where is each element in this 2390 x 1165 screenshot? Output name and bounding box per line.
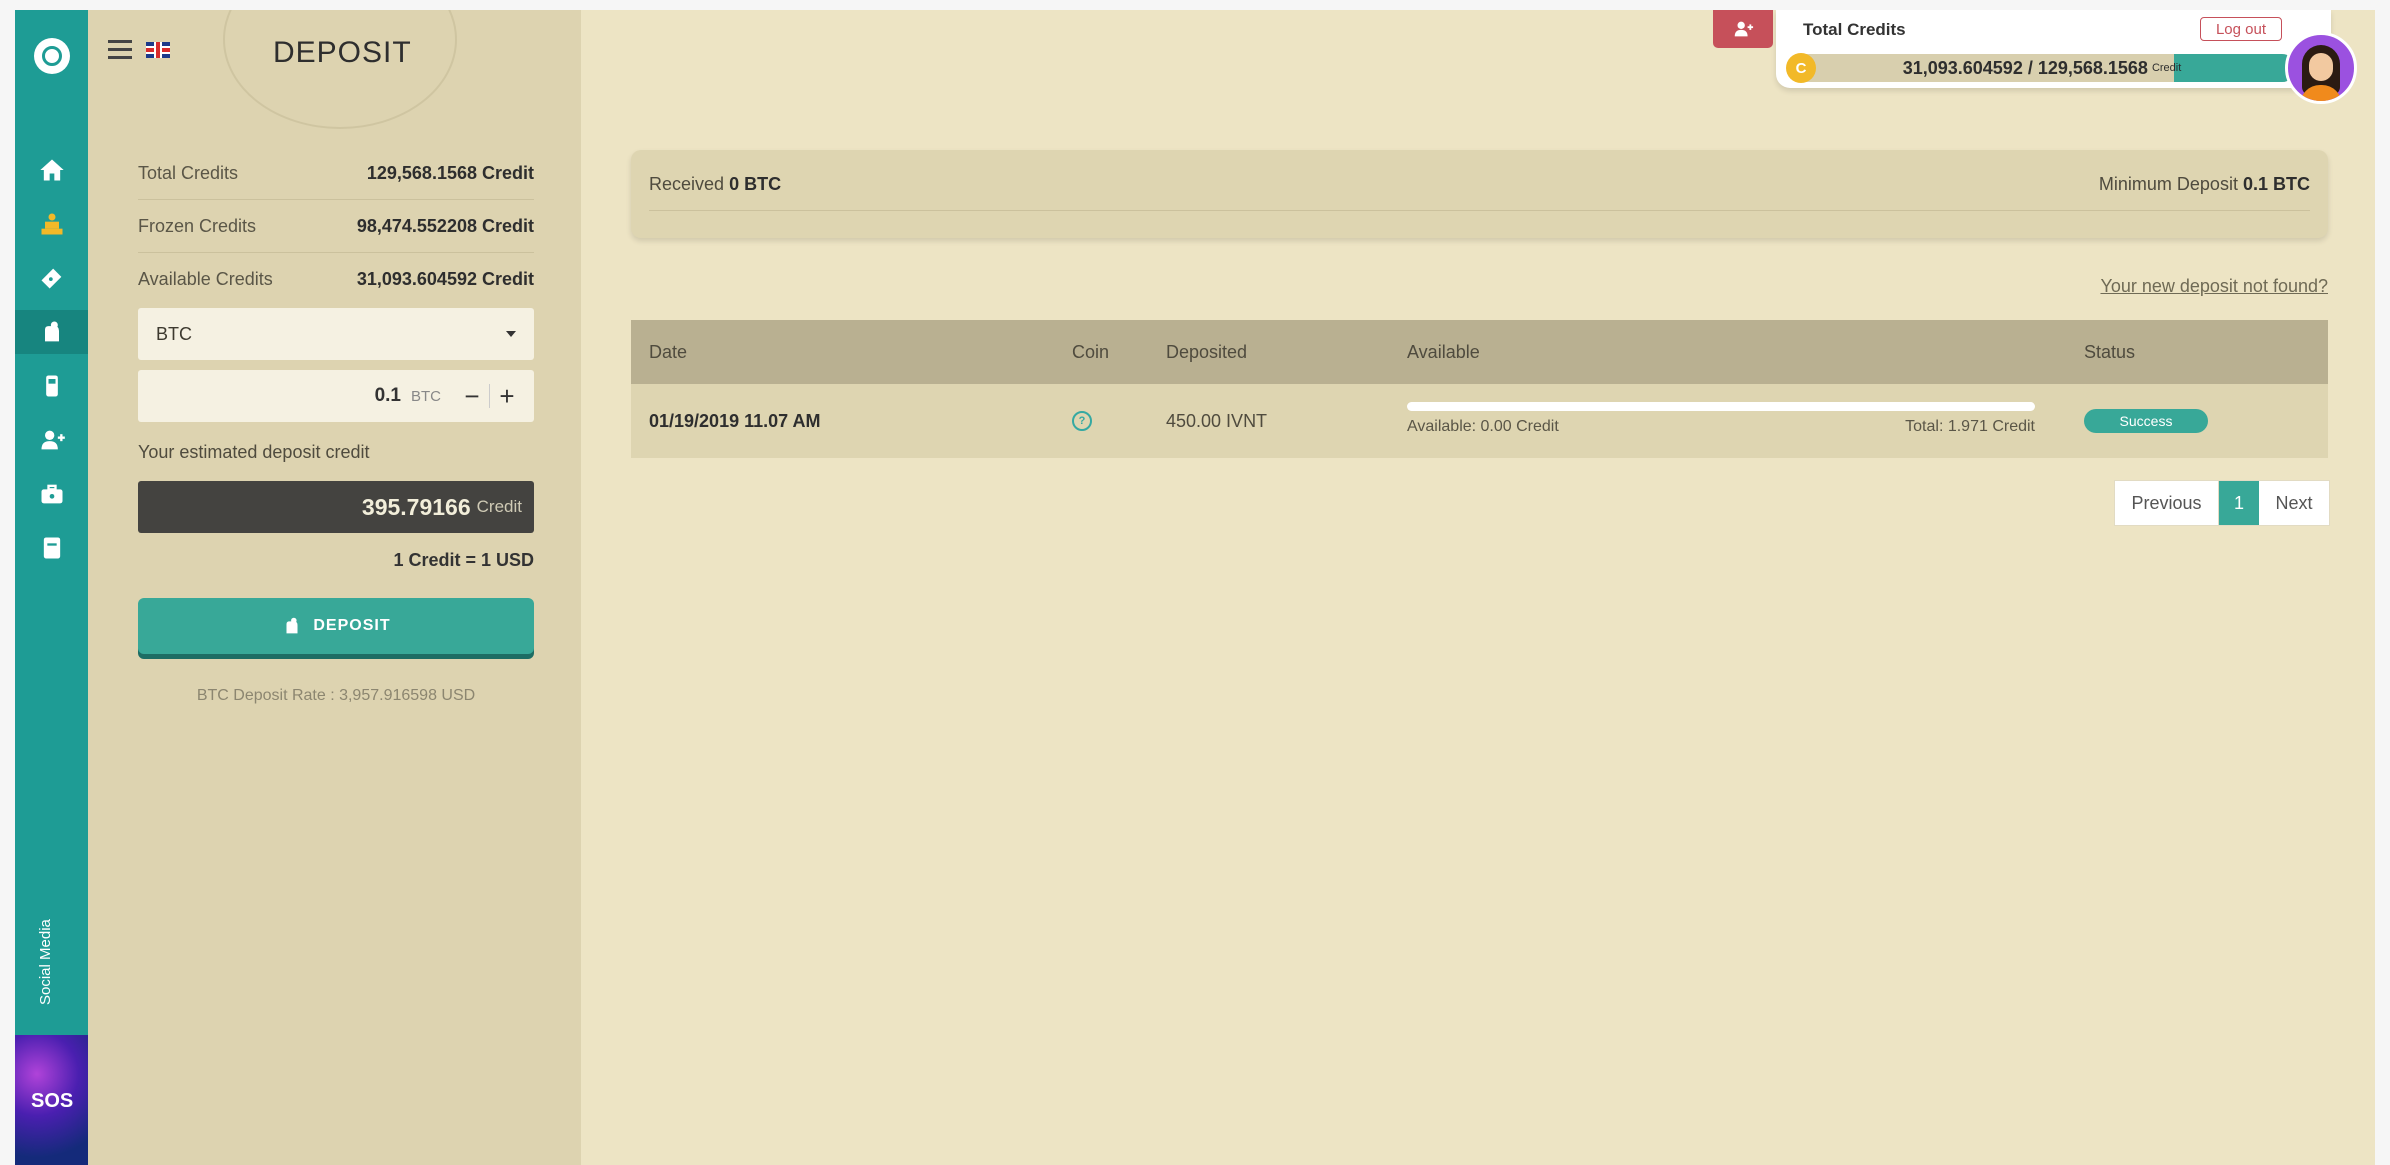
amount-unit: BTC — [411, 387, 441, 405]
logout-button[interactable]: Log out — [2200, 17, 2282, 41]
social-media-label[interactable]: Social Media — [37, 919, 54, 1005]
nav-deposit[interactable] — [15, 310, 88, 354]
frozen-credits-label: Frozen Credits — [138, 215, 257, 236]
row-available-text: Available: 0.00 Credit — [1407, 418, 1559, 435]
header-date: Date — [649, 341, 688, 362]
page-1-button[interactable]: 1 — [2219, 481, 2259, 525]
menu-icon[interactable] — [108, 40, 132, 60]
amount-input[interactable]: 0.1 — [375, 385, 401, 407]
deposit-button-label: DEPOSIT — [313, 617, 391, 634]
deposit-button[interactable]: DEPOSIT — [138, 598, 534, 654]
btc-deposit-rate: BTC Deposit Rate : 3,957.916598 USD — [196, 687, 476, 704]
nav-book[interactable] — [15, 526, 88, 570]
available-progress-bar — [1407, 402, 2035, 411]
decrement-button[interactable]: − — [455, 383, 489, 409]
header-coin: Coin — [1072, 341, 1110, 362]
frozen-credits-value: 98,474.552208 Credit — [356, 215, 534, 236]
available-credits-value: 31,093.604592 Credit — [356, 268, 534, 289]
page-title: DEPOSIT — [273, 36, 412, 69]
nav-withdraw[interactable] — [15, 364, 88, 408]
home-icon — [39, 159, 64, 181]
widget-credit-text: 31,093.604592 / 129,568.1568 Credit — [1788, 54, 2296, 82]
avatar-face — [2309, 53, 2333, 81]
row-available: Available: 0.00 Credit Total: 1.971 Cred… — [1407, 402, 2035, 436]
nav-users[interactable] — [15, 418, 88, 462]
withdraw-icon — [45, 375, 58, 397]
icon-sidebar: Social Media SOS — [15, 10, 88, 1165]
minimum-deposit-label: Minimum Deposit — [2098, 174, 2238, 194]
table-header: Date Coin Deposited Available Status — [631, 320, 2328, 384]
deposit-hand-icon — [286, 617, 298, 634]
coin-badge-icon: C — [1786, 53, 1816, 83]
row-total-text: Total: 1.971 Credit — [1905, 418, 2035, 435]
total-credits-label: Total Credits — [138, 162, 239, 183]
nav-home[interactable] — [15, 148, 88, 192]
deposit-panel: DEPOSIT Total Credits 129,568.1568 Credi… — [88, 10, 581, 1165]
deposit-hand-icon — [44, 321, 59, 342]
coin-question-icon: ? — [1072, 411, 1092, 431]
row-status: Success — [2084, 384, 2208, 458]
widget-title: Total Credits — [1803, 20, 1906, 39]
info-divider — [649, 210, 2310, 211]
header-available: Available — [1407, 341, 1480, 362]
received-info: Received 0 BTC — [649, 174, 781, 195]
nav-ticket[interactable] — [15, 256, 88, 300]
user-add-icon — [41, 430, 65, 450]
widget-credit-bar: 31,093.604592 / 129,568.1568 Credit — [1788, 54, 2296, 82]
total-credits-widget: Total Credits Log out C 31,093.604592 / … — [1776, 10, 2331, 88]
coin-select[interactable]: BTC — [138, 308, 534, 360]
logo-icon — [42, 46, 62, 66]
total-credits-value: 129,568.1568 Credit — [366, 162, 534, 183]
frozen-credits-row: Frozen Credits 98,474.552208 Credit — [138, 200, 534, 253]
sos-label: SOS — [31, 1090, 74, 1112]
pagination: Previous 1 Next — [2114, 480, 2330, 526]
ticket-icon — [41, 268, 61, 289]
received-label: Received — [649, 174, 725, 194]
bank-icon — [41, 213, 62, 235]
header-deposited: Deposited — [1166, 341, 1248, 362]
nav-briefcase[interactable] — [15, 472, 88, 516]
estimate-unit: Credit — [476, 497, 522, 516]
estimate-box: 395.79166 Credit — [138, 481, 534, 533]
row-date: 01/19/2019 11.07 AM — [649, 410, 821, 431]
uk-flag-icon[interactable] — [146, 42, 170, 58]
deposit-table: Date Coin Deposited Available Status 01/… — [631, 320, 2328, 458]
available-credits-row: Available Credits 31,093.604592 Credit — [138, 253, 534, 305]
amount-stepper[interactable]: 0.1 BTC − + — [138, 370, 534, 422]
briefcase-icon — [41, 484, 62, 504]
deposit-info-card: Received 0 BTC Minimum Deposit 0.1 BTC — [631, 150, 2328, 238]
header-status: Status — [2084, 341, 2136, 362]
deposit-not-found-link[interactable]: Your new deposit not found? — [2100, 276, 2328, 297]
app-frame: Social Media SOS DEPOSIT Total Credits 1… — [15, 10, 2375, 1165]
profile-tab[interactable] — [1713, 10, 1773, 48]
next-page-button[interactable]: Next — [2259, 481, 2329, 525]
minimum-deposit-value: 0.1 BTC — [2242, 174, 2310, 194]
table-row: 01/19/2019 11.07 AM ? 450.00 IVNT Availa… — [631, 384, 2328, 458]
conversion-note: 1 Credit = 1 USD — [393, 550, 534, 570]
app-logo[interactable] — [34, 38, 70, 74]
estimate-label: Your estimated deposit credit — [138, 442, 370, 462]
received-value: 0 BTC — [729, 174, 782, 194]
nav-bank[interactable] — [15, 202, 88, 246]
row-deposited: 450.00 IVNT — [1166, 410, 1268, 431]
increment-button[interactable]: + — [490, 383, 524, 409]
previous-page-button[interactable]: Previous — [2115, 481, 2219, 525]
user-add-icon — [1734, 21, 1754, 37]
sos-banner[interactable]: SOS — [15, 1035, 88, 1165]
coin-select-value: BTC — [156, 323, 192, 344]
book-icon — [43, 537, 60, 559]
total-credits-row: Total Credits 129,568.1568 Credit — [138, 147, 534, 200]
widget-credit-unit: Credit — [2151, 62, 2182, 74]
status-badge: Success — [2084, 409, 2208, 433]
estimate-value: 395.79166 — [361, 493, 471, 520]
widget-credit-value: 31,093.604592 / 129,568.1568 — [1902, 57, 2148, 78]
available-credits-label: Available Credits — [138, 268, 273, 289]
chevron-down-icon — [506, 331, 516, 337]
minimum-deposit-info: Minimum Deposit 0.1 BTC — [2099, 174, 2310, 195]
row-coin: ? — [1072, 384, 1092, 458]
